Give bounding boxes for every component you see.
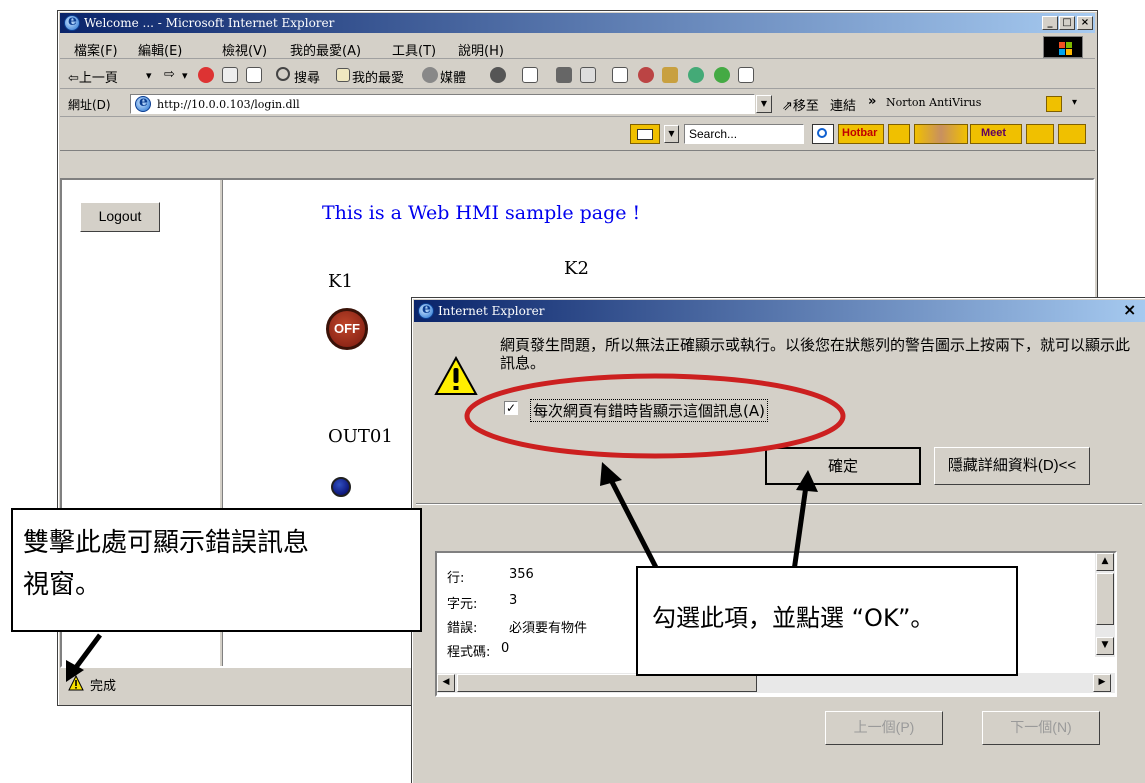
arrow-to-checkbox-head	[600, 462, 622, 486]
callout-right: 勾選此項，並點選 “OK”。	[636, 566, 1018, 676]
callout-left-text: 雙擊此處可顯示錯誤訊息視窗。	[23, 528, 310, 600]
callout-right-text: 勾選此項，並點選 “OK”。	[652, 604, 935, 632]
callout-left: 雙擊此處可顯示錯誤訊息視窗。	[11, 508, 422, 632]
arrow-to-status-icon	[71, 633, 103, 672]
arrow-to-ok-head	[796, 470, 818, 492]
red-highlight-ellipse	[464, 373, 846, 459]
